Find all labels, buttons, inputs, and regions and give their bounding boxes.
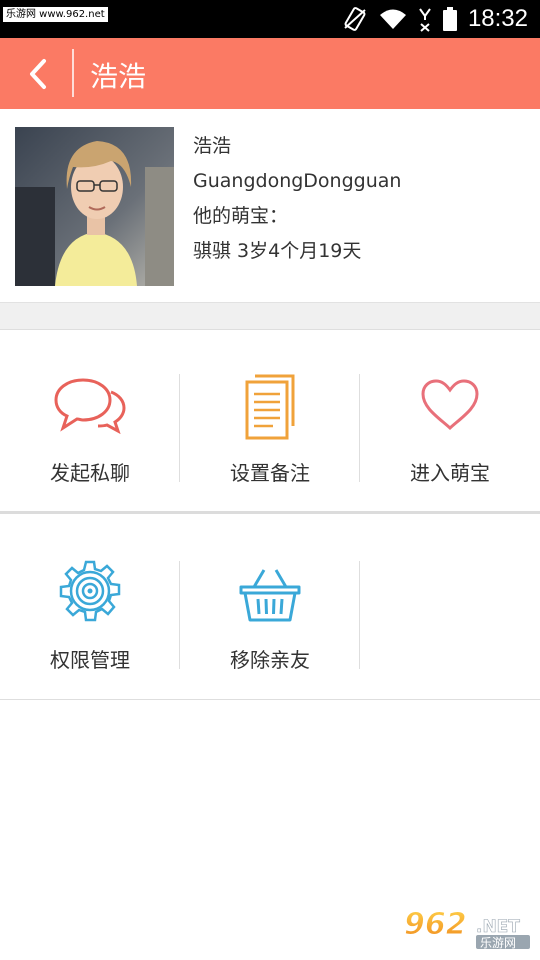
remove-relative-button[interactable]: 移除亲友	[180, 517, 360, 699]
chevron-left-icon	[30, 59, 46, 89]
battery-icon	[442, 7, 457, 31]
heart-icon	[421, 379, 479, 431]
column-divider	[359, 561, 360, 669]
document-icon	[245, 374, 295, 440]
baby-label: 他的萌宝：	[193, 205, 289, 227]
page-title: 浩浩	[90, 60, 147, 93]
watermark-logo: 962 .NET 乐游网	[402, 904, 532, 954]
header-divider	[72, 49, 74, 97]
signal-off-icon	[419, 8, 431, 32]
permission-management-button[interactable]: 权限管理	[0, 517, 180, 699]
watermark-number: 962	[404, 907, 467, 942]
profile-name: 浩浩	[193, 135, 232, 157]
wifi-icon	[379, 9, 406, 29]
set-remark-button[interactable]: 设置备注	[180, 330, 360, 511]
vibrate-icon	[344, 7, 366, 31]
gear-icon	[59, 560, 121, 622]
back-button[interactable]	[18, 54, 58, 94]
baby-info: 骐骐 3岁4个月19天	[193, 240, 362, 262]
permission-management-label: 权限管理	[50, 648, 130, 672]
action-row-1: 发起私聊 设置备注 进入萌宝	[0, 330, 540, 514]
clock: 18:32	[467, 5, 528, 32]
action-row-2: 权限管理 移除亲友	[0, 517, 540, 700]
section-separator	[0, 302, 540, 330]
profile-location: GuangdongDongguan	[193, 170, 402, 192]
status-bar: 乐游网 www.962.net 18:32	[0, 0, 540, 38]
start-chat-button[interactable]: 发起私聊	[0, 330, 180, 511]
profile-info: 浩浩 GuangdongDongguan 他的萌宝： 骐骐 3岁4个月19天	[193, 129, 401, 269]
watermark-text: 乐游网	[480, 936, 516, 950]
set-remark-label: 设置备注	[230, 461, 310, 485]
enter-baby-label: 进入萌宝	[410, 461, 490, 485]
app-header: 浩浩	[0, 38, 540, 109]
start-chat-label: 发起私聊	[50, 461, 130, 485]
profile-card: 浩浩 GuangdongDongguan 他的萌宝： 骐骐 3岁4个月19天	[0, 109, 540, 302]
remove-relative-label: 移除亲友	[230, 648, 310, 672]
chat-bubbles-icon	[54, 378, 126, 434]
top-watermark: 乐游网 www.962.net	[3, 7, 108, 22]
basket-icon	[239, 569, 301, 622]
enter-baby-button[interactable]: 进入萌宝	[360, 330, 540, 511]
watermark-suffix: .NET	[476, 917, 520, 937]
avatar[interactable]	[15, 127, 174, 286]
